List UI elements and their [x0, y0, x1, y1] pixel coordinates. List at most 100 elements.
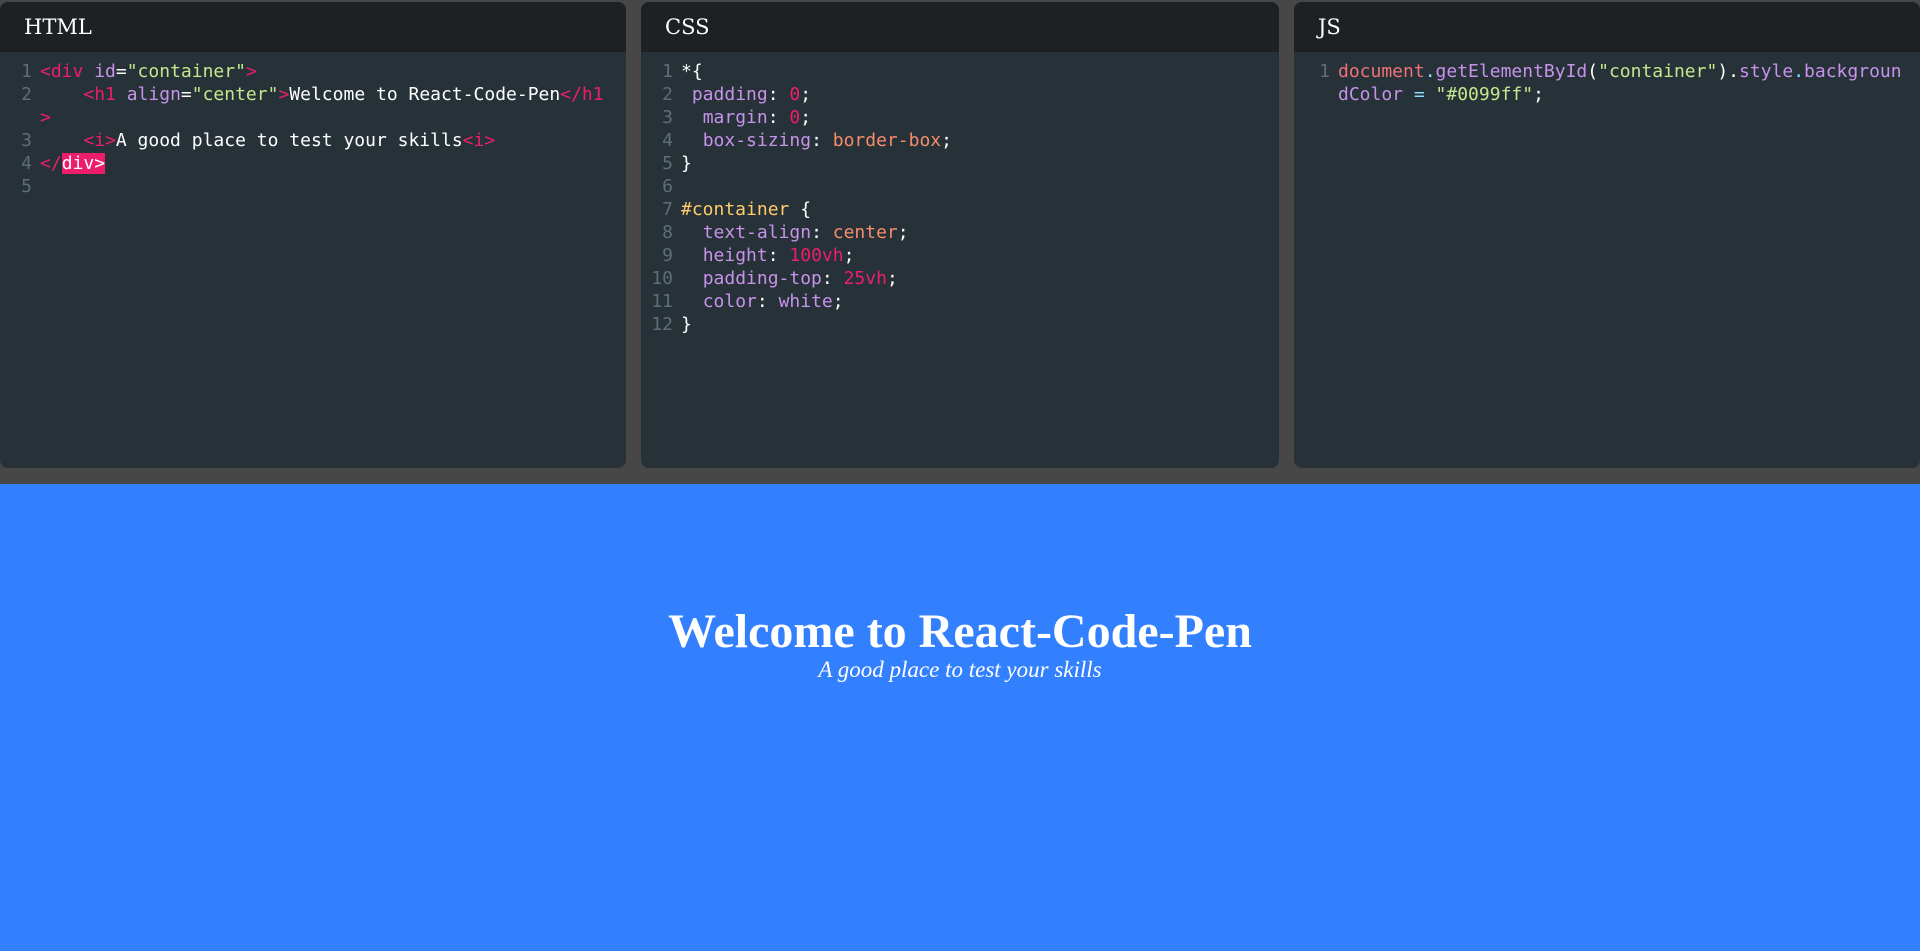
code-line[interactable]: 3 margin: 0;	[641, 106, 1279, 129]
line-number: 2	[21, 84, 32, 105]
code-token: height	[681, 245, 768, 266]
js-code-editor[interactable]: 1 document.getElementById("container").s…	[1294, 52, 1920, 106]
code-token: :	[767, 245, 790, 266]
code-line[interactable]: 8 text-align: center;	[641, 221, 1279, 244]
line-number: 9	[662, 245, 673, 266]
code-line[interactable]: 2 <h1 align="center">Welcome to React-Co…	[0, 83, 626, 129]
code-token: border-box	[832, 130, 942, 151]
code-token: ;	[843, 245, 855, 266]
code-token: :	[767, 84, 790, 105]
code-token: >	[245, 61, 257, 82]
line-number: 5	[662, 153, 673, 174]
code-line[interactable]: 4 </div>	[0, 152, 626, 175]
code-token: text-align	[681, 222, 812, 243]
code-token: :	[767, 107, 790, 128]
code-token: #container	[681, 199, 790, 220]
code-line[interactable]: 1 <div id="container">	[0, 60, 626, 83]
code-token: :	[821, 268, 844, 289]
preview-output: Welcome to React-Code-Pen A good place t…	[0, 484, 1920, 951]
line-number: 1	[662, 61, 673, 82]
code-token: <i>	[40, 130, 116, 151]
code-line[interactable]: 9 height: 100vh;	[641, 244, 1279, 267]
code-line[interactable]: 3 <i>A good place to test your skills<i>	[0, 129, 626, 152]
line-number: 4	[21, 153, 32, 174]
css-code-editor[interactable]: 1 *{ 2 padding: 0; 3 margin: 0; 4 box-si…	[641, 52, 1279, 336]
code-line[interactable]: 5	[0, 175, 626, 198]
code-line[interactable]: 2 padding: 0;	[641, 83, 1279, 106]
code-token: .	[1424, 61, 1436, 82]
line-number: 1	[1319, 61, 1330, 82]
code-token: :	[811, 130, 833, 151]
code-token: id	[94, 61, 116, 82]
code-line[interactable]: 12 }	[641, 313, 1279, 336]
code-token: .	[1793, 61, 1805, 82]
code-token: <i>	[462, 130, 496, 151]
code-token: ;	[886, 268, 898, 289]
css-pane-title: CSS	[641, 2, 1279, 52]
js-pane-title: JS	[1294, 2, 1920, 52]
code-token: =	[115, 61, 127, 82]
code-token: *{	[681, 61, 703, 82]
code-token: box-sizing	[681, 130, 812, 151]
code-token: 25vh	[843, 268, 887, 289]
line-number: 4	[662, 130, 673, 151]
code-token: style	[1739, 61, 1794, 82]
html-editor-pane: HTML 1 <div id="container"> 2 <h1 align=…	[0, 2, 626, 468]
code-token: "#0099ff"	[1435, 84, 1534, 105]
code-token: {	[789, 199, 812, 220]
html-pane-title: HTML	[0, 2, 626, 52]
code-line[interactable]: 6	[641, 175, 1279, 198]
code-token: <h1	[40, 84, 127, 105]
preview-heading: Welcome to React-Code-Pen	[668, 605, 1252, 658]
html-code-editor[interactable]: 1 <div id="container"> 2 <h1 align="cent…	[0, 52, 626, 198]
code-token: :	[756, 291, 779, 312]
line-number: 8	[662, 222, 673, 243]
code-token: =	[1403, 84, 1436, 105]
code-token: center	[832, 222, 898, 243]
line-number: 3	[21, 130, 32, 151]
code-token: ;	[897, 222, 909, 243]
code-token: padding	[681, 84, 768, 105]
line-number: 11	[651, 291, 673, 312]
code-token: A good place to test your skills	[115, 130, 463, 151]
code-token: document	[1338, 61, 1425, 82]
code-line[interactable]: 4 box-sizing: border-box;	[641, 129, 1279, 152]
code-token: </	[40, 153, 62, 174]
code-token: "container"	[1598, 61, 1718, 82]
editors-area: HTML 1 <div id="container"> 2 <h1 align=…	[0, 0, 1920, 484]
code-line[interactable]: 1 document.getElementById("container").s…	[1294, 60, 1920, 106]
css-editor-pane: CSS 1 *{ 2 padding: 0; 3 margin: 0; 4 bo…	[641, 2, 1279, 468]
code-token: "container"	[126, 61, 246, 82]
line-number: 1	[21, 61, 32, 82]
code-token: ;	[941, 130, 952, 151]
code-token: ;	[800, 107, 812, 128]
code-token: align	[126, 84, 181, 105]
code-token: :	[811, 222, 833, 243]
code-token: ).	[1717, 61, 1740, 82]
code-line[interactable]: 1 *{	[641, 60, 1279, 83]
line-number: 10	[651, 268, 673, 289]
matching-tag-highlight: div>	[61, 153, 106, 174]
line-number: 2	[662, 84, 673, 105]
preview-subtitle: A good place to test your skills	[818, 657, 1102, 682]
code-line[interactable]: 11 color: white;	[641, 290, 1279, 313]
line-number: 6	[662, 176, 673, 197]
line-number: 5	[21, 176, 32, 197]
code-token: padding-top	[681, 268, 822, 289]
code-token: white	[778, 291, 833, 312]
code-token: margin	[681, 107, 768, 128]
code-line[interactable]: 5 }	[641, 152, 1279, 175]
code-token: ;	[832, 291, 844, 312]
code-token: 0	[789, 84, 801, 105]
code-token: }	[681, 314, 692, 335]
code-line[interactable]: 10 padding-top: 25vh;	[641, 267, 1279, 290]
code-token: <div	[40, 61, 95, 82]
code-token: Welcome to React-Code-Pen	[289, 84, 561, 105]
code-token: 0	[789, 107, 801, 128]
line-number: 7	[662, 199, 673, 220]
code-token: ;	[800, 84, 812, 105]
code-token: color	[681, 291, 757, 312]
code-token: ;	[1533, 84, 1544, 105]
code-line[interactable]: 7 #container {	[641, 198, 1279, 221]
line-number: 3	[662, 107, 673, 128]
